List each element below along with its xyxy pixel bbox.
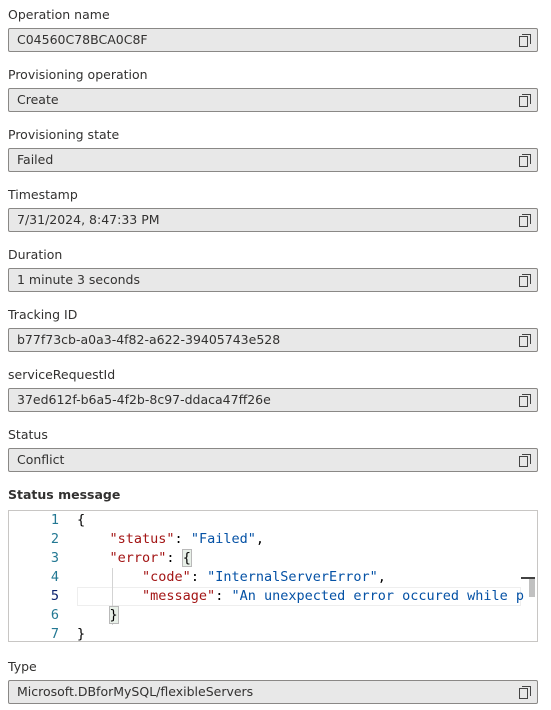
provisioning-state-field: Provisioning state Failed [8,126,538,172]
provisioning-operation-text: Create [17,92,59,107]
json-value: "An unexpected error occured while p [231,588,525,604]
json-key: "status" [109,531,175,547]
provisioning-operation-label: Provisioning operation [8,67,148,82]
json-key: "code" [142,569,191,585]
code-text: "status": "Failed", [109,531,264,547]
json-key: "error" [109,550,167,566]
copy-operation-name-button[interactable] [519,34,531,47]
line-number: 3 [50,550,59,566]
duration-value[interactable]: 1 minute 3 seconds [8,268,538,292]
json-key: "message" [142,588,216,604]
copy-status-button[interactable] [519,454,531,467]
copy-icon [519,154,531,167]
type-value[interactable]: Microsoft.DBforMySQL/flexibleServers [8,680,538,704]
scrollbar-thumb[interactable] [529,579,535,597]
provisioning-state-value[interactable]: Failed [8,148,538,172]
status-field: Status Conflict [8,426,538,472]
code-text: "error": { [109,549,192,567]
service-request-id-value[interactable]: 37ed612f-b6a5-4f2b-8c97-ddaca47ff26e [8,388,538,412]
status-label: Status [8,427,48,442]
line-number: 2 [50,531,59,547]
tracking-id-label: Tracking ID [8,307,78,322]
status-message-field: Status message [8,486,538,504]
status-value[interactable]: Conflict [8,448,538,472]
code-text: } [77,625,86,642]
operation-name-text: C04560C78BCA0C8F [17,32,148,47]
code-text: "code": "InternalServerError", [142,569,386,585]
provisioning-operation-field: Provisioning operation Create [8,66,538,112]
open-brace: { [77,512,86,528]
provisioning-operation-value[interactable]: Create [8,88,538,112]
type-field: Type Microsoft.DBforMySQL/flexibleServer… [8,658,538,704]
code-line: 4 "code": "InternalServerError", [9,568,537,587]
copy-icon [519,454,531,467]
copy-type-button[interactable] [519,686,531,699]
provisioning-state-label: Provisioning state [8,127,120,142]
operation-name-field: Operation name C04560C78BCA0C8F [8,6,538,52]
code-line: 6 } [9,606,537,625]
close-brace-inner: } [108,606,119,624]
copy-icon [519,686,531,699]
copy-icon [519,94,531,107]
line-number: 1 [50,512,59,528]
line-number: 6 [50,607,59,623]
line-number: 5 [50,588,59,604]
type-text: Microsoft.DBforMySQL/flexibleServers [17,684,254,699]
code-text: { [77,511,85,530]
copy-icon [519,394,531,407]
tracking-id-value[interactable]: b77f73cb-a0a3-4f82-a622-39405743e528 [8,328,538,352]
copy-icon [519,334,531,347]
duration-text: 1 minute 3 seconds [17,272,141,287]
code-line: 5 "message": "An unexpected error occure… [9,587,537,606]
copy-icon [519,34,531,47]
copy-duration-button[interactable] [519,274,531,287]
service-request-id-field: serviceRequestId 37ed612f-b6a5-4f2b-8c97… [8,366,538,412]
provisioning-state-text: Failed [17,152,54,167]
timestamp-field: Timestamp 7/31/2024, 8:47:33 PM [8,186,538,232]
close-brace-outer: } [77,626,86,642]
copy-timestamp-button[interactable] [519,214,531,227]
duration-label: Duration [8,247,63,262]
service-request-id-label: serviceRequestId [8,367,116,382]
timestamp-text: 7/31/2024, 8:47:33 PM [17,212,160,227]
copy-service-request-id-button[interactable] [519,394,531,407]
json-value: "Failed" [190,531,256,547]
tracking-id-field: Tracking ID b77f73cb-a0a3-4f82-a622-3940… [8,306,538,352]
editor-vertical-scrollbar[interactable] [521,511,537,641]
status-text: Conflict [17,452,65,467]
copy-tracking-id-button[interactable] [519,334,531,347]
code-line: 2 "status": "Failed", [9,530,537,549]
line-number: 4 [50,569,59,585]
copy-provisioning-operation-button[interactable] [519,94,531,107]
code-text: } [77,606,119,625]
type-label: Type [8,659,37,674]
code-line: 1 { [9,511,537,530]
copy-provisioning-state-button[interactable] [519,154,531,167]
tracking-id-text: b77f73cb-a0a3-4f82-a622-39405743e528 [17,332,281,347]
operation-name-label: Operation name [8,7,110,22]
operation-name-value[interactable]: C04560C78BCA0C8F [8,28,538,52]
duration-field: Duration 1 minute 3 seconds [8,246,538,292]
copy-icon [519,274,531,287]
service-request-id-text: 37ed612f-b6a5-4f2b-8c97-ddaca47ff26e [17,392,271,407]
json-value: "InternalServerError" [207,569,378,585]
code-text: "message": "An unexpected error occured … [142,588,525,604]
status-message-editor[interactable]: 1 { 2 "status": "Failed", 3 "error": { 4… [8,510,538,642]
line-number: 7 [50,626,59,642]
code-line: 3 "error": { [9,549,537,568]
deployment-operation-details-panel: Operation name C04560C78BCA0C8F Provisio… [0,0,551,710]
timestamp-value[interactable]: 7/31/2024, 8:47:33 PM [8,208,538,232]
status-message-label: Status message [8,487,121,502]
copy-icon [519,214,531,227]
code-line: 7 } [9,625,537,642]
timestamp-label: Timestamp [8,187,78,202]
